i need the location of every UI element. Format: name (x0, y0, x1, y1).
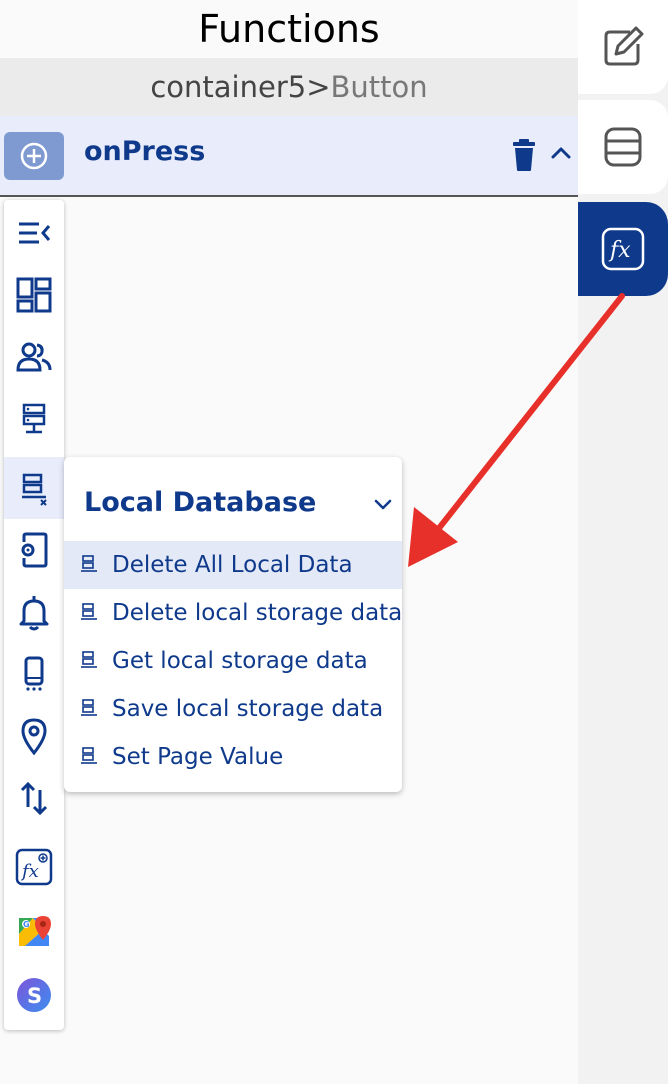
functions-panel: Functions container5> Button onPress fx … (0, 0, 578, 1084)
local-storage-icon (81, 747, 97, 764)
category-device-settings[interactable] (4, 519, 64, 581)
server-icon (22, 403, 46, 434)
breadcrumb-current: Button (330, 70, 428, 104)
svg-text:G: G (23, 920, 30, 929)
menu-item-delete-all-local-data[interactable]: Delete All Local Data (64, 541, 402, 589)
chevron-down-icon[interactable] (372, 493, 394, 515)
category-mobile[interactable] (4, 643, 64, 705)
chevron-up-icon[interactable] (549, 141, 573, 165)
device-settings-icon (21, 532, 48, 568)
category-custom-function[interactable]: fx (4, 836, 64, 898)
dropdown-title[interactable]: Local Database (84, 487, 316, 518)
database-icon (604, 127, 642, 167)
menu-item-set-page-value[interactable]: Set Page Value (64, 733, 402, 781)
mobile-device-icon (24, 656, 44, 691)
menu-item-delete-local-storage-data[interactable]: Delete local storage data (64, 589, 402, 637)
tab-edit[interactable] (578, 0, 668, 94)
local-database-icon (22, 473, 47, 506)
menu-item-get-local-storage-data[interactable]: Get local storage data (64, 637, 402, 685)
menu-item-label: Delete All Local Data (112, 552, 353, 578)
menu-item-label: Set Page Value (112, 744, 284, 770)
category-google-maps[interactable]: G (4, 900, 64, 962)
trash-icon[interactable] (512, 138, 536, 172)
menu-item-label: Delete local storage data (112, 600, 403, 626)
local-database-dropdown: Local Database Delete All Local Data Del… (64, 457, 402, 792)
tab-database[interactable] (578, 100, 668, 194)
location-pin-icon (21, 718, 47, 755)
category-s-integration[interactable]: S (4, 964, 64, 1026)
menu-item-label: Save local storage data (112, 696, 384, 722)
users-icon (16, 342, 52, 372)
fx-icon: fx (601, 227, 645, 271)
local-storage-icon (81, 603, 97, 620)
edit-icon (604, 26, 644, 66)
menu-item-label: Get local storage data (112, 648, 368, 674)
panel-title: Functions (0, 0, 578, 58)
svg-text:fx: fx (608, 238, 631, 263)
add-function-button[interactable] (4, 132, 64, 180)
event-row-onpress[interactable]: onPress (0, 116, 578, 197)
event-name: onPress (84, 136, 206, 167)
s-logo-icon: S (17, 978, 51, 1012)
local-storage-icon (81, 699, 97, 716)
google-maps-icon: G (19, 916, 51, 946)
local-storage-icon (81, 555, 97, 572)
local-storage-icon (81, 651, 97, 668)
category-sidebar: fx G S (4, 200, 64, 1030)
sequence-icon (19, 222, 51, 244)
menu-item-save-local-storage-data[interactable]: Save local storage data (64, 685, 402, 733)
svg-text:fx: fx (20, 861, 39, 882)
category-transfer[interactable] (4, 767, 64, 829)
components-icon (16, 277, 52, 313)
tab-functions[interactable]: fx (578, 202, 668, 296)
category-location[interactable] (4, 705, 64, 767)
category-users[interactable] (4, 326, 64, 388)
breadcrumb: container5> Button (0, 58, 578, 116)
transfer-arrows-icon (20, 781, 48, 816)
custom-function-icon: fx (15, 848, 53, 886)
plus-circle-icon (20, 142, 48, 170)
category-components[interactable] (4, 264, 64, 326)
svg-text:S: S (27, 984, 42, 1008)
category-local-database[interactable] (4, 457, 64, 519)
category-sequence[interactable] (4, 202, 64, 264)
category-notifications[interactable] (4, 581, 64, 643)
breadcrumb-parent: container5> (150, 70, 331, 104)
category-server[interactable] (4, 388, 64, 450)
notification-bell-icon (19, 596, 49, 631)
